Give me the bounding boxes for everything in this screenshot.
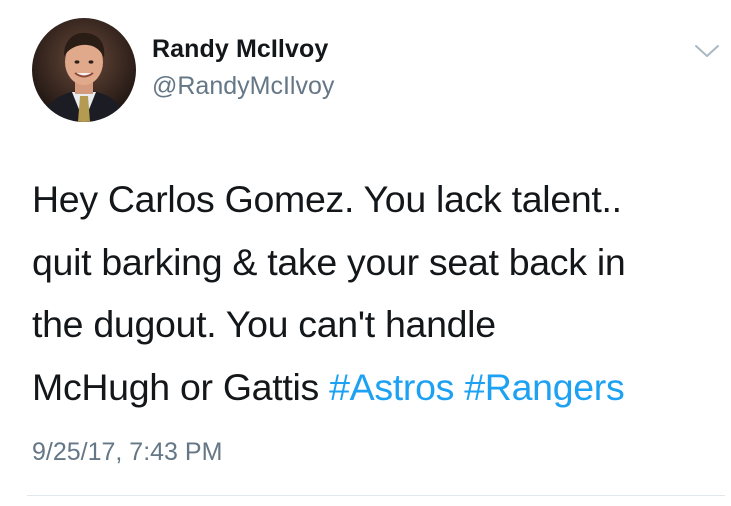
divider bbox=[27, 495, 725, 496]
avatar[interactable] bbox=[32, 18, 136, 122]
tweet-text-fragment: McHugh or Gattis bbox=[32, 365, 330, 408]
hashtag-rangers-link[interactable]: #Rangers bbox=[464, 366, 625, 408]
tweet-text-line: Hey Carlos Gomez. You lack talent.. bbox=[32, 178, 622, 220]
tweet-timestamp[interactable]: 9/25/17, 7:43 PM bbox=[32, 438, 222, 467]
author-handle[interactable]: @RandyMcIlvoy bbox=[152, 72, 334, 101]
tweet-card: Randy McIlvoy @RandyMcIlvoy Hey Carlos G… bbox=[0, 0, 731, 506]
tweet-text: Hey Carlos Gomez. You lack talent.. quit… bbox=[32, 168, 722, 418]
profile-photo-icon bbox=[32, 18, 136, 122]
chevron-down-icon[interactable] bbox=[694, 42, 720, 60]
tweet-text-line: quit barking & take your seat back in bbox=[32, 240, 626, 283]
hashtag-astros-link[interactable]: #Astros bbox=[329, 366, 454, 408]
tweet-text-line: McHugh or Gattis #Astros #Rangers bbox=[32, 356, 722, 419]
author-display-name[interactable]: Randy McIlvoy bbox=[152, 35, 328, 64]
tweet-text-line: the dugout. You can't handle bbox=[32, 303, 496, 345]
